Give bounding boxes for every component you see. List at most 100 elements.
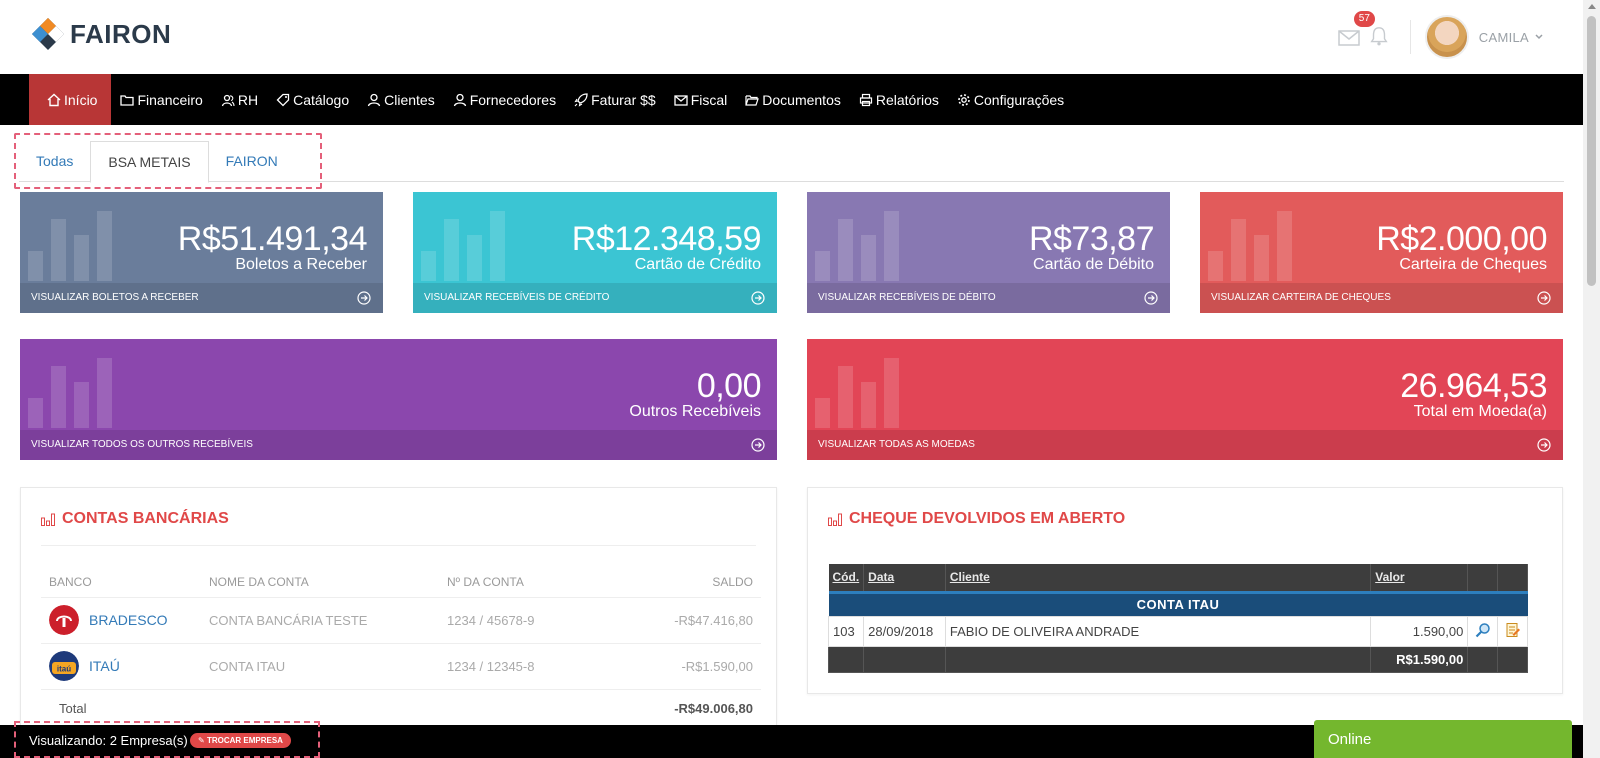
chat-online-widget[interactable]: Online (1314, 720, 1572, 758)
stat-card-cheques: R$2.000,00 Carteira de Cheques VISUALIZA… (1200, 192, 1563, 313)
col-banco: BANCO (49, 574, 92, 589)
printer-icon (859, 93, 872, 106)
stat-link-credito[interactable]: VISUALIZAR RECEBÍVEIS DE CRÉDITO (413, 283, 777, 313)
col-data[interactable]: Data (863, 564, 946, 592)
decorative-bars (815, 211, 899, 281)
envelope-icon (674, 94, 688, 106)
check-code: 103 (827, 615, 865, 647)
tag-icon (276, 93, 290, 106)
search-icon[interactable] (1475, 622, 1491, 638)
stat-link-boletos[interactable]: VISUALIZAR BOLETOS A RECEBER (20, 283, 383, 313)
nav-item-fornecedores[interactable]: Fornecedores (444, 74, 565, 125)
arrow-circle-icon (1537, 291, 1551, 305)
stat-value: R$12.348,59 (571, 220, 762, 258)
view-cell (1467, 615, 1499, 647)
stat-link-debito[interactable]: VISUALIZAR RECEBÍVEIS DE DÉBITO (807, 283, 1170, 313)
nav-item-label: Documentos (762, 91, 841, 108)
arrow-circle-icon (357, 291, 371, 305)
panel-title-text: CHEQUE DEVOLVIDOS EM ABERTO (849, 510, 1126, 527)
account-name: CONTA BANCÁRIA TESTE (201, 596, 439, 643)
decorative-bars (815, 358, 899, 428)
chevron-down-icon[interactable] (1535, 33, 1543, 41)
stat-link-moedas[interactable]: VISUALIZAR TODAS AS MOEDAS (807, 430, 1563, 460)
col-cliente[interactable]: Cliente (945, 564, 1372, 592)
mail-icon[interactable] (1338, 30, 1360, 46)
logo[interactable]: FAIRON (30, 16, 171, 52)
divider (41, 545, 756, 546)
decorative-bars (28, 211, 112, 281)
bank-link[interactable]: ITAÚ (89, 658, 120, 674)
nav-item-financeiro[interactable]: Financeiro (111, 74, 211, 125)
stat-link-label: VISUALIZAR CARTEIRA DE CHEQUES (1211, 292, 1391, 303)
scroll-up-icon[interactable] (1588, 4, 1596, 9)
bar-chart-icon (828, 513, 842, 526)
stat-link-cheques[interactable]: VISUALIZAR CARTEIRA DE CHEQUES (1200, 283, 1563, 313)
stat-link-label: VISUALIZAR BOLETOS A RECEBER (31, 292, 199, 303)
nav-item-label: Catálogo (293, 91, 350, 108)
stat-value: 26.964,53 (1400, 367, 1547, 405)
stat-label: Total em Moeda(a) (1413, 403, 1547, 420)
returned-checks-panel: CHEQUE DEVOLVIDOS EM ABERTO Cód. Data Cl… (807, 487, 1563, 694)
panel-title-text: CONTAS BANCÁRIAS (62, 510, 229, 527)
stat-label: Boletos a Receber (235, 256, 367, 273)
user-icon (453, 93, 466, 106)
col-valor[interactable]: Valor (1370, 564, 1469, 592)
decorative-bars (421, 211, 505, 281)
stat-label: Cartão de Débito (1033, 256, 1154, 273)
arrow-circle-icon (751, 438, 765, 452)
stat-card-outros: 0,00 Outros Recebíveis VISUALIZAR TODOS … (20, 339, 777, 460)
empty-cell (1467, 645, 1499, 673)
logo-mark-icon (32, 18, 64, 50)
nav-item-relatorios[interactable]: Relatórios (850, 74, 948, 125)
avatar[interactable] (1424, 15, 1469, 59)
nav-item-clientes[interactable]: Clientes (358, 74, 444, 125)
decorative-bars (1208, 211, 1292, 281)
nav-item-fiscal[interactable]: Fiscal (665, 74, 737, 125)
itau-logo-icon: itaú (49, 651, 79, 681)
table-row: 103 28/09/2018 FABIO DE OLIVEIRA ANDRADE… (827, 615, 1528, 647)
sum-row: R$1.590,00 (827, 645, 1528, 673)
rocket-icon (574, 92, 588, 107)
stat-value: R$73,87 (1028, 220, 1155, 258)
sum-value: R$1.590,00 (1370, 645, 1469, 673)
stat-link-outros[interactable]: VISUALIZAR TODOS OS OUTROS RECEBÍVEIS (20, 430, 777, 460)
bar-chart-icon (41, 513, 55, 526)
edit-cell (1497, 615, 1528, 647)
nav-item-inicio[interactable]: Início (29, 74, 112, 125)
account-name: CONTA ITAU (201, 642, 439, 689)
empty-cell (1497, 645, 1528, 673)
stat-value: 0,00 (696, 367, 762, 405)
logo-text: FAIRON (70, 18, 172, 49)
panel-title: CONTAS BANCÁRIAS (41, 510, 229, 528)
vertical-scrollbar[interactable] (1583, 0, 1600, 758)
empty-cell (944, 645, 1372, 673)
notifications[interactable]: 57 (1353, 11, 1392, 49)
highlight-tabs (14, 133, 322, 189)
highlight-bottom (14, 721, 320, 758)
edit-document-icon[interactable] (1505, 622, 1521, 638)
nav-item-label: Fornecedores (469, 91, 557, 108)
folder-icon (120, 94, 135, 106)
nav-item-label: Clientes (384, 91, 435, 108)
nav-item-configuracoes[interactable]: Configurações (948, 74, 1073, 125)
page: FAIRON 57 CAMILA Início Financeiro RH Ca… (0, 0, 1600, 758)
svg-text:itaú: itaú (57, 665, 71, 674)
user-name[interactable]: CAMILA (1479, 30, 1529, 45)
nav-item-faturar[interactable]: Faturar $$ (565, 74, 665, 125)
bank-cell: BRADESCO (41, 596, 201, 643)
bank-link[interactable]: BRADESCO (89, 612, 168, 628)
nav-item-catalogo[interactable]: Catálogo (267, 74, 358, 125)
nav-item-rh[interactable]: RH (212, 74, 267, 125)
arrow-circle-icon (1537, 438, 1551, 452)
check-client: FABIO DE OLIVEIRA ANDRADE (944, 615, 1372, 647)
col-num-conta: Nº DA CONTA (447, 574, 524, 589)
stat-card-boletos: R$51.491,34 Boletos a Receber VISUALIZAR… (20, 192, 383, 313)
stat-label: Cartão de Crédito (634, 256, 761, 273)
col-cod[interactable]: Cód. (828, 564, 865, 592)
account-number: 1234 / 45678-9 (439, 596, 599, 643)
account-balance: -R$47.416,80 (599, 596, 761, 643)
scrollbar-thumb[interactable] (1587, 16, 1596, 286)
nav-item-label: Configurações (973, 91, 1065, 108)
stat-value: R$51.491,34 (177, 220, 368, 258)
nav-item-documentos[interactable]: Documentos (736, 74, 850, 125)
